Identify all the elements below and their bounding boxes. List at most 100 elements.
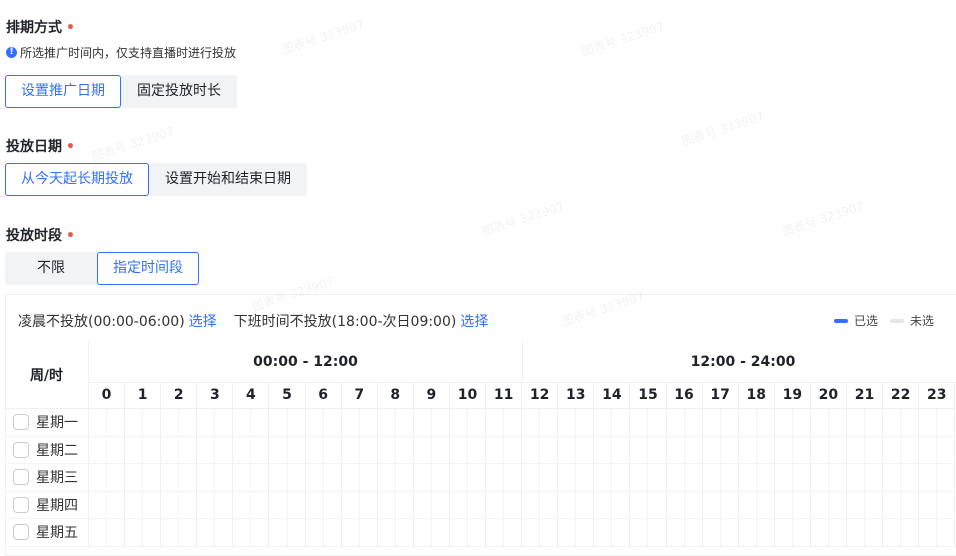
time-slot-cell[interactable] [793, 436, 811, 463]
time-slot-cell[interactable] [865, 409, 884, 436]
time-slot-cell[interactable] [360, 491, 378, 518]
time-slot-cell[interactable] [396, 491, 414, 518]
time-slot-cell[interactable] [865, 519, 884, 546]
time-slot-cell[interactable] [324, 409, 342, 436]
time-slot-cell[interactable] [414, 436, 432, 463]
time-slot-cell[interactable] [829, 519, 847, 546]
time-slot-cell[interactable] [414, 519, 432, 546]
time-slot-cell[interactable] [306, 436, 324, 463]
time-slot-cell[interactable] [233, 519, 252, 546]
time-slot-cell[interactable] [378, 436, 396, 463]
time-slot-cell[interactable] [396, 436, 414, 463]
time-slot-cell[interactable] [179, 409, 198, 436]
time-slot-cell[interactable] [143, 464, 162, 491]
time-slot-cell[interactable] [685, 436, 703, 463]
time-slot-cell[interactable] [161, 409, 180, 436]
time-slot-cell[interactable] [901, 409, 920, 436]
day-checkbox[interactable] [13, 496, 29, 513]
time-slot-cell[interactable] [612, 519, 631, 546]
day-checkbox[interactable] [13, 524, 29, 541]
time-slot-cell[interactable] [125, 436, 144, 463]
time-slot-cell[interactable] [612, 491, 631, 518]
time-slot-cell[interactable] [251, 464, 270, 491]
time-slot-cell[interactable] [107, 409, 126, 436]
time-slot-cell[interactable] [378, 409, 396, 436]
time-slot-cell[interactable] [360, 409, 378, 436]
time-slot-cell[interactable] [793, 519, 811, 546]
time-slot-cell[interactable] [594, 409, 613, 436]
time-slot-cell[interactable] [883, 409, 902, 436]
time-slot-cell[interactable] [883, 491, 902, 518]
time-slot-cell[interactable] [89, 409, 108, 436]
time-slot-cell[interactable] [558, 491, 577, 518]
time-slot-cell[interactable] [937, 491, 956, 518]
time-slot-cell[interactable] [937, 464, 956, 491]
time-slot-cell[interactable] [468, 491, 487, 518]
time-slot-cell[interactable] [125, 409, 144, 436]
time-slot-cell[interactable] [540, 409, 559, 436]
time-slot-cell[interactable] [306, 519, 324, 546]
time-slot-cell[interactable] [143, 409, 162, 436]
time-slot-cell[interactable] [396, 519, 414, 546]
time-slot-cell[interactable] [522, 409, 541, 436]
option-start-end[interactable]: 设置开始和结束日期 [149, 163, 307, 196]
option-unlimited[interactable]: 不限 [5, 252, 97, 285]
time-slot-cell[interactable] [811, 519, 829, 546]
time-slot-cell[interactable] [739, 436, 757, 463]
time-slot-cell[interactable] [793, 409, 811, 436]
time-slot-cell[interactable] [648, 464, 667, 491]
time-slot-cell[interactable] [179, 491, 198, 518]
time-slot-cell[interactable] [468, 436, 487, 463]
time-slot-cell[interactable] [847, 436, 866, 463]
time-slot-cell[interactable] [775, 464, 793, 491]
time-slot-cell[interactable] [721, 436, 739, 463]
time-slot-cell[interactable] [883, 436, 902, 463]
time-slot-cell[interactable] [251, 436, 270, 463]
time-slot-cell[interactable] [558, 464, 577, 491]
time-slot-cell[interactable] [703, 519, 721, 546]
time-slot-cell[interactable] [450, 436, 468, 463]
time-slot-cell[interactable] [630, 436, 649, 463]
time-slot-cell[interactable] [215, 491, 234, 518]
time-slot-cell[interactable] [612, 436, 631, 463]
time-slot-cell[interactable] [522, 464, 541, 491]
time-slot-cell[interactable] [107, 436, 126, 463]
time-slot-cell[interactable] [667, 491, 685, 518]
time-slot-cell[interactable] [432, 464, 450, 491]
time-slot-cell[interactable] [883, 519, 902, 546]
time-slot-cell[interactable] [143, 436, 162, 463]
time-slot-cell[interactable] [89, 491, 108, 518]
time-slot-cell[interactable] [342, 464, 360, 491]
time-slot-cell[interactable] [811, 491, 829, 518]
time-slot-cell[interactable] [739, 409, 757, 436]
time-slot-cell[interactable] [269, 436, 288, 463]
time-slot-cell[interactable] [901, 519, 920, 546]
time-slot-cell[interactable] [648, 436, 667, 463]
time-slot-cell[interactable] [630, 519, 649, 546]
time-slot-cell[interactable] [179, 436, 198, 463]
option-set-date[interactable]: 设置推广日期 [5, 75, 121, 108]
time-slot-cell[interactable] [739, 491, 757, 518]
time-slot-cell[interactable] [540, 491, 559, 518]
time-slot-cell[interactable] [450, 409, 468, 436]
time-slot-cell[interactable] [288, 464, 306, 491]
time-slot-cell[interactable] [342, 409, 360, 436]
time-slot-cell[interactable] [432, 409, 450, 436]
time-slot-cell[interactable] [594, 519, 613, 546]
time-slot-cell[interactable] [360, 464, 378, 491]
time-slot-cell[interactable] [161, 436, 180, 463]
time-slot-cell[interactable] [269, 409, 288, 436]
time-slot-cell[interactable] [215, 409, 234, 436]
time-slot-cell[interactable] [197, 519, 216, 546]
time-slot-cell[interactable] [306, 409, 324, 436]
time-slot-cell[interactable] [251, 519, 270, 546]
time-slot-cell[interactable] [486, 409, 505, 436]
time-slot-cell[interactable] [89, 519, 108, 546]
time-slot-cell[interactable] [865, 436, 884, 463]
time-slot-cell[interactable] [793, 464, 811, 491]
time-slot-cell[interactable] [775, 519, 793, 546]
time-slot-cell[interactable] [288, 409, 306, 436]
time-slot-cell[interactable] [378, 519, 396, 546]
time-slot-cell[interactable] [432, 491, 450, 518]
time-slot-cell[interactable] [378, 464, 396, 491]
